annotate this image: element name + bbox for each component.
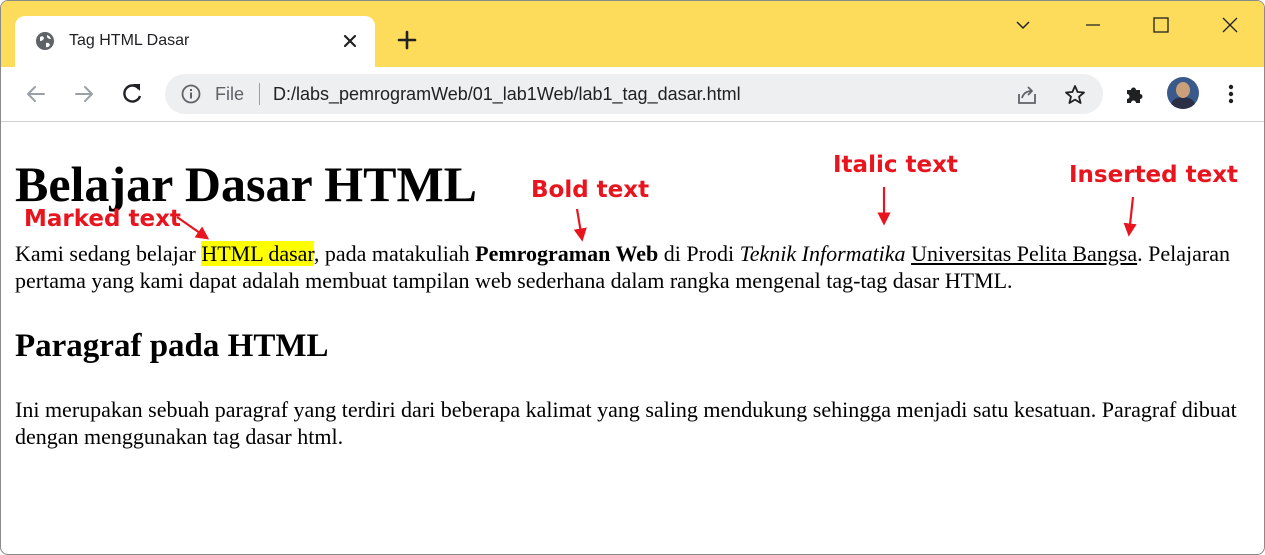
maximize-icon[interactable] (1151, 15, 1171, 35)
new-tab-icon[interactable] (396, 29, 418, 51)
extensions-puzzle-icon[interactable] (1123, 82, 1147, 106)
inserted-text: Universitas Pelita Bangsa (911, 241, 1138, 266)
forward-arrow-icon[interactable] (71, 81, 97, 107)
avatar-face (1176, 82, 1190, 98)
browser-toolbar: File D:/labs_pemrogramWeb/01_lab1Web/lab… (1, 67, 1264, 122)
avatar-body (1171, 97, 1195, 109)
back-arrow-icon[interactable] (23, 81, 49, 107)
close-tab-icon[interactable] (339, 30, 361, 52)
marked-text: HTML dasar (201, 241, 314, 266)
body-paragraph: Ini merupakan sebuah paragraf yang terdi… (15, 397, 1237, 449)
globe-icon (36, 32, 54, 50)
minimize-icon[interactable] (1083, 15, 1103, 35)
browser-window: Tag HTML Dasar File D:/labs_pemrogramWeb… (0, 0, 1265, 555)
annotation-italic-text: Italic text (833, 152, 958, 178)
italic-text: Teknik Informatika (739, 241, 906, 266)
section-heading: Paragraf pada HTML (15, 328, 329, 364)
address-separator (259, 83, 260, 105)
address-bar[interactable]: File D:/labs_pemrogramWeb/01_lab1Web/lab… (165, 74, 1103, 114)
annotation-bold-text: Bold text (531, 177, 650, 203)
info-icon[interactable] (181, 84, 201, 104)
page-heading: Belajar Dasar HTML (15, 156, 478, 212)
reload-icon[interactable] (119, 81, 145, 107)
chevron-down-icon[interactable] (1013, 15, 1033, 35)
browser-tab[interactable]: Tag HTML Dasar (15, 16, 375, 67)
bold-text: Pemrograman Web (475, 241, 659, 266)
url-text[interactable]: D:/labs_pemrogramWeb/01_lab1Web/lab1_tag… (273, 84, 741, 105)
share-icon[interactable] (1015, 83, 1039, 107)
title-bar: Tag HTML Dasar (1, 1, 1264, 67)
para1-text: Kami sedang belajar (15, 241, 202, 266)
annotation-inserted-text: Inserted text (1069, 162, 1239, 188)
para1-text: di Prodi (658, 241, 740, 266)
para1-text: , pada matakuliah (313, 241, 476, 266)
close-window-icon[interactable] (1220, 15, 1240, 35)
tab-title: Tag HTML Dasar (69, 32, 190, 49)
annotation-marked-text: Marked text (24, 206, 181, 232)
profile-avatar[interactable] (1167, 77, 1199, 109)
star-icon[interactable] (1063, 83, 1087, 107)
file-label: File (215, 84, 245, 104)
more-menu-icon[interactable] (1219, 82, 1243, 106)
intro-paragraph: Kami sedang belajar HTML dasar, pada mat… (15, 240, 1255, 294)
